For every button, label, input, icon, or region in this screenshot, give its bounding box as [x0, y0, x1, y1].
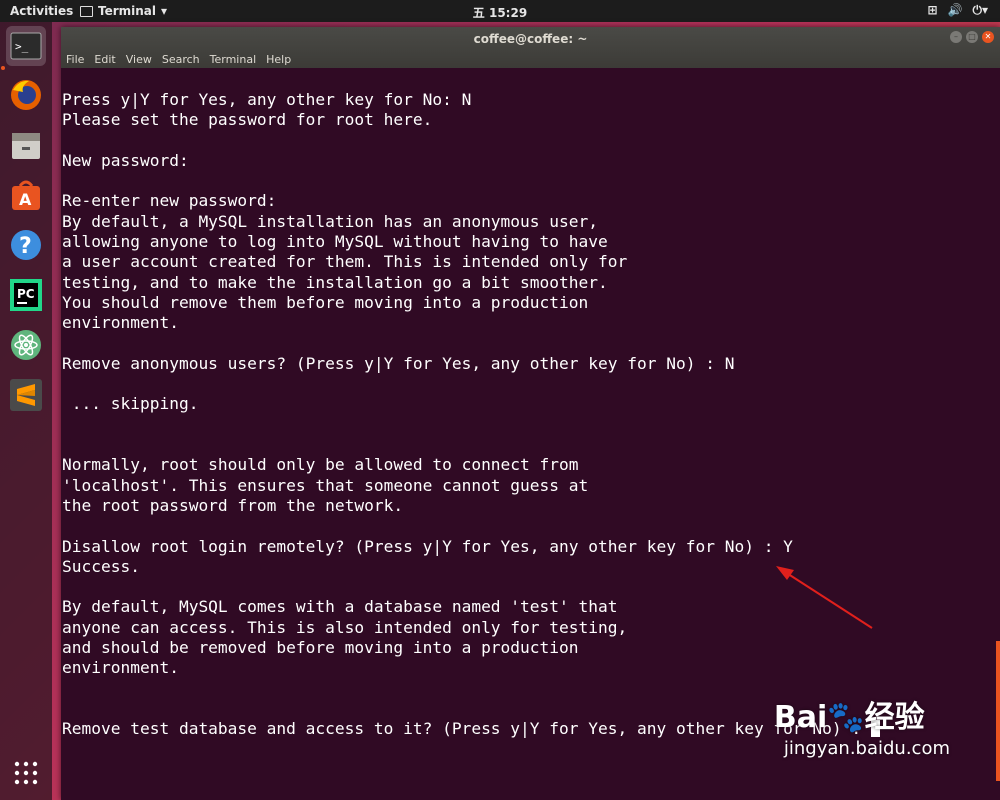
watermark-brand: Bai [773, 700, 828, 735]
baidu-watermark: Bai🐾经验 jingyan.baidu.com [774, 692, 950, 759]
terminal-line: Success. [62, 556, 140, 576]
dock-files[interactable] [6, 125, 46, 165]
window-controls: – □ ✕ [950, 31, 994, 43]
app-grid-icon [14, 761, 38, 785]
terminal-line: You should remove them before moving int… [62, 292, 589, 312]
dock-firefox[interactable] [6, 75, 46, 115]
system-tray[interactable]: ⊞ 🔊 ⏻▾ [927, 3, 988, 18]
terminal-line: Re-enter new password: [62, 191, 277, 211]
title-bar[interactable]: coffee@coffee: ~ – □ ✕ File Edit View Se… [61, 27, 1000, 68]
watermark-brand-tail: 经验 [864, 700, 925, 735]
firefox-icon [11, 80, 41, 110]
svg-text:A: A [19, 190, 32, 209]
scrollbar-thumb[interactable] [996, 641, 1000, 781]
power-icon[interactable]: ⏻▾ [972, 3, 988, 18]
terminal-line: Normally, root should only be allowed to… [62, 455, 579, 475]
paw-icon: 🐾 [827, 700, 865, 735]
terminal-line: Please set the password for root here. [62, 110, 433, 130]
dock-sublime[interactable] [6, 375, 46, 415]
menu-search[interactable]: Search [162, 53, 200, 66]
sublime-icon [10, 379, 42, 411]
menu-terminal[interactable]: Terminal [210, 53, 257, 66]
svg-text:>_: >_ [15, 40, 29, 53]
terminal-line: environment. [62, 313, 179, 333]
terminal-icon [80, 5, 93, 17]
app-menu[interactable]: Terminal ▾ [80, 4, 167, 18]
terminal-line: Disallow root login remotely? (Press y|Y… [62, 536, 793, 556]
app-menu-label: Terminal [98, 4, 157, 18]
terminal-line: By default, a MySQL installation has an … [62, 211, 599, 231]
atom-icon [11, 330, 41, 360]
terminal-line: Remove anonymous users? (Press y|Y for Y… [62, 353, 735, 373]
software-center-icon: A [12, 180, 40, 210]
dock: >_ A ? PC [0, 22, 52, 800]
terminal-line: testing, and to make the installation go… [62, 272, 608, 292]
menu-help[interactable]: Help [266, 53, 291, 66]
scrollbar[interactable] [996, 68, 1000, 800]
svg-text:PC: PC [17, 287, 35, 301]
terminal-line: Press y|Y for Yes, any other key for No:… [62, 90, 472, 109]
window-title: coffee@coffee: ~ [473, 32, 588, 46]
dock-atom[interactable] [6, 325, 46, 365]
menu-edit[interactable]: Edit [94, 53, 115, 66]
terminal-icon: >_ [10, 32, 42, 60]
menu-file[interactable]: File [66, 53, 84, 66]
minimize-button[interactable]: – [950, 31, 962, 43]
terminal-line: environment. [62, 658, 179, 678]
network-icon[interactable]: ⊞ [927, 3, 937, 18]
top-bar: Activities Terminal ▾ 五 15:29 ⊞ 🔊 ⏻▾ [0, 0, 1000, 22]
clock[interactable]: 五 15:29 [473, 4, 527, 21]
terminal-line: ... skipping. [62, 394, 199, 414]
help-icon: ? [11, 230, 41, 260]
dock-pycharm[interactable]: PC [6, 275, 46, 315]
close-button[interactable]: ✕ [982, 31, 994, 43]
dock-software[interactable]: A [6, 175, 46, 215]
terminal-line: allowing anyone to log into MySQL withou… [62, 232, 608, 252]
active-indicator [1, 66, 5, 70]
maximize-button[interactable]: □ [966, 31, 978, 43]
dock-terminal[interactable]: >_ [6, 26, 46, 66]
watermark-url: jingyan.baidu.com [783, 738, 950, 759]
volume-icon[interactable]: 🔊 [948, 3, 963, 18]
terminal-line: New password: [62, 150, 189, 170]
terminal-output[interactable]: Press y|Y for Yes, any other key for No:… [62, 90, 992, 770]
activities-button[interactable]: Activities [10, 4, 73, 18]
terminal-line: 'localhost'. This ensures that someone c… [62, 475, 589, 495]
terminal-line: a user account created for them. This is… [62, 252, 628, 272]
terminal-line: and should be removed before moving into… [62, 638, 579, 658]
chevron-down-icon: ▾ [161, 4, 168, 18]
terminal-line: anyone can access. This is also intended… [62, 617, 628, 637]
terminal-line: the root password from the network. [62, 495, 404, 515]
files-icon [12, 133, 40, 159]
svg-text:?: ? [19, 234, 32, 259]
terminal-line: By default, MySQL comes with a database … [62, 597, 618, 617]
show-applications-button[interactable] [6, 753, 46, 793]
menu-view[interactable]: View [126, 53, 152, 66]
dock-help[interactable]: ? [6, 225, 46, 265]
pycharm-icon: PC [10, 279, 42, 311]
menu-bar: File Edit View Search Terminal Help [66, 53, 291, 66]
